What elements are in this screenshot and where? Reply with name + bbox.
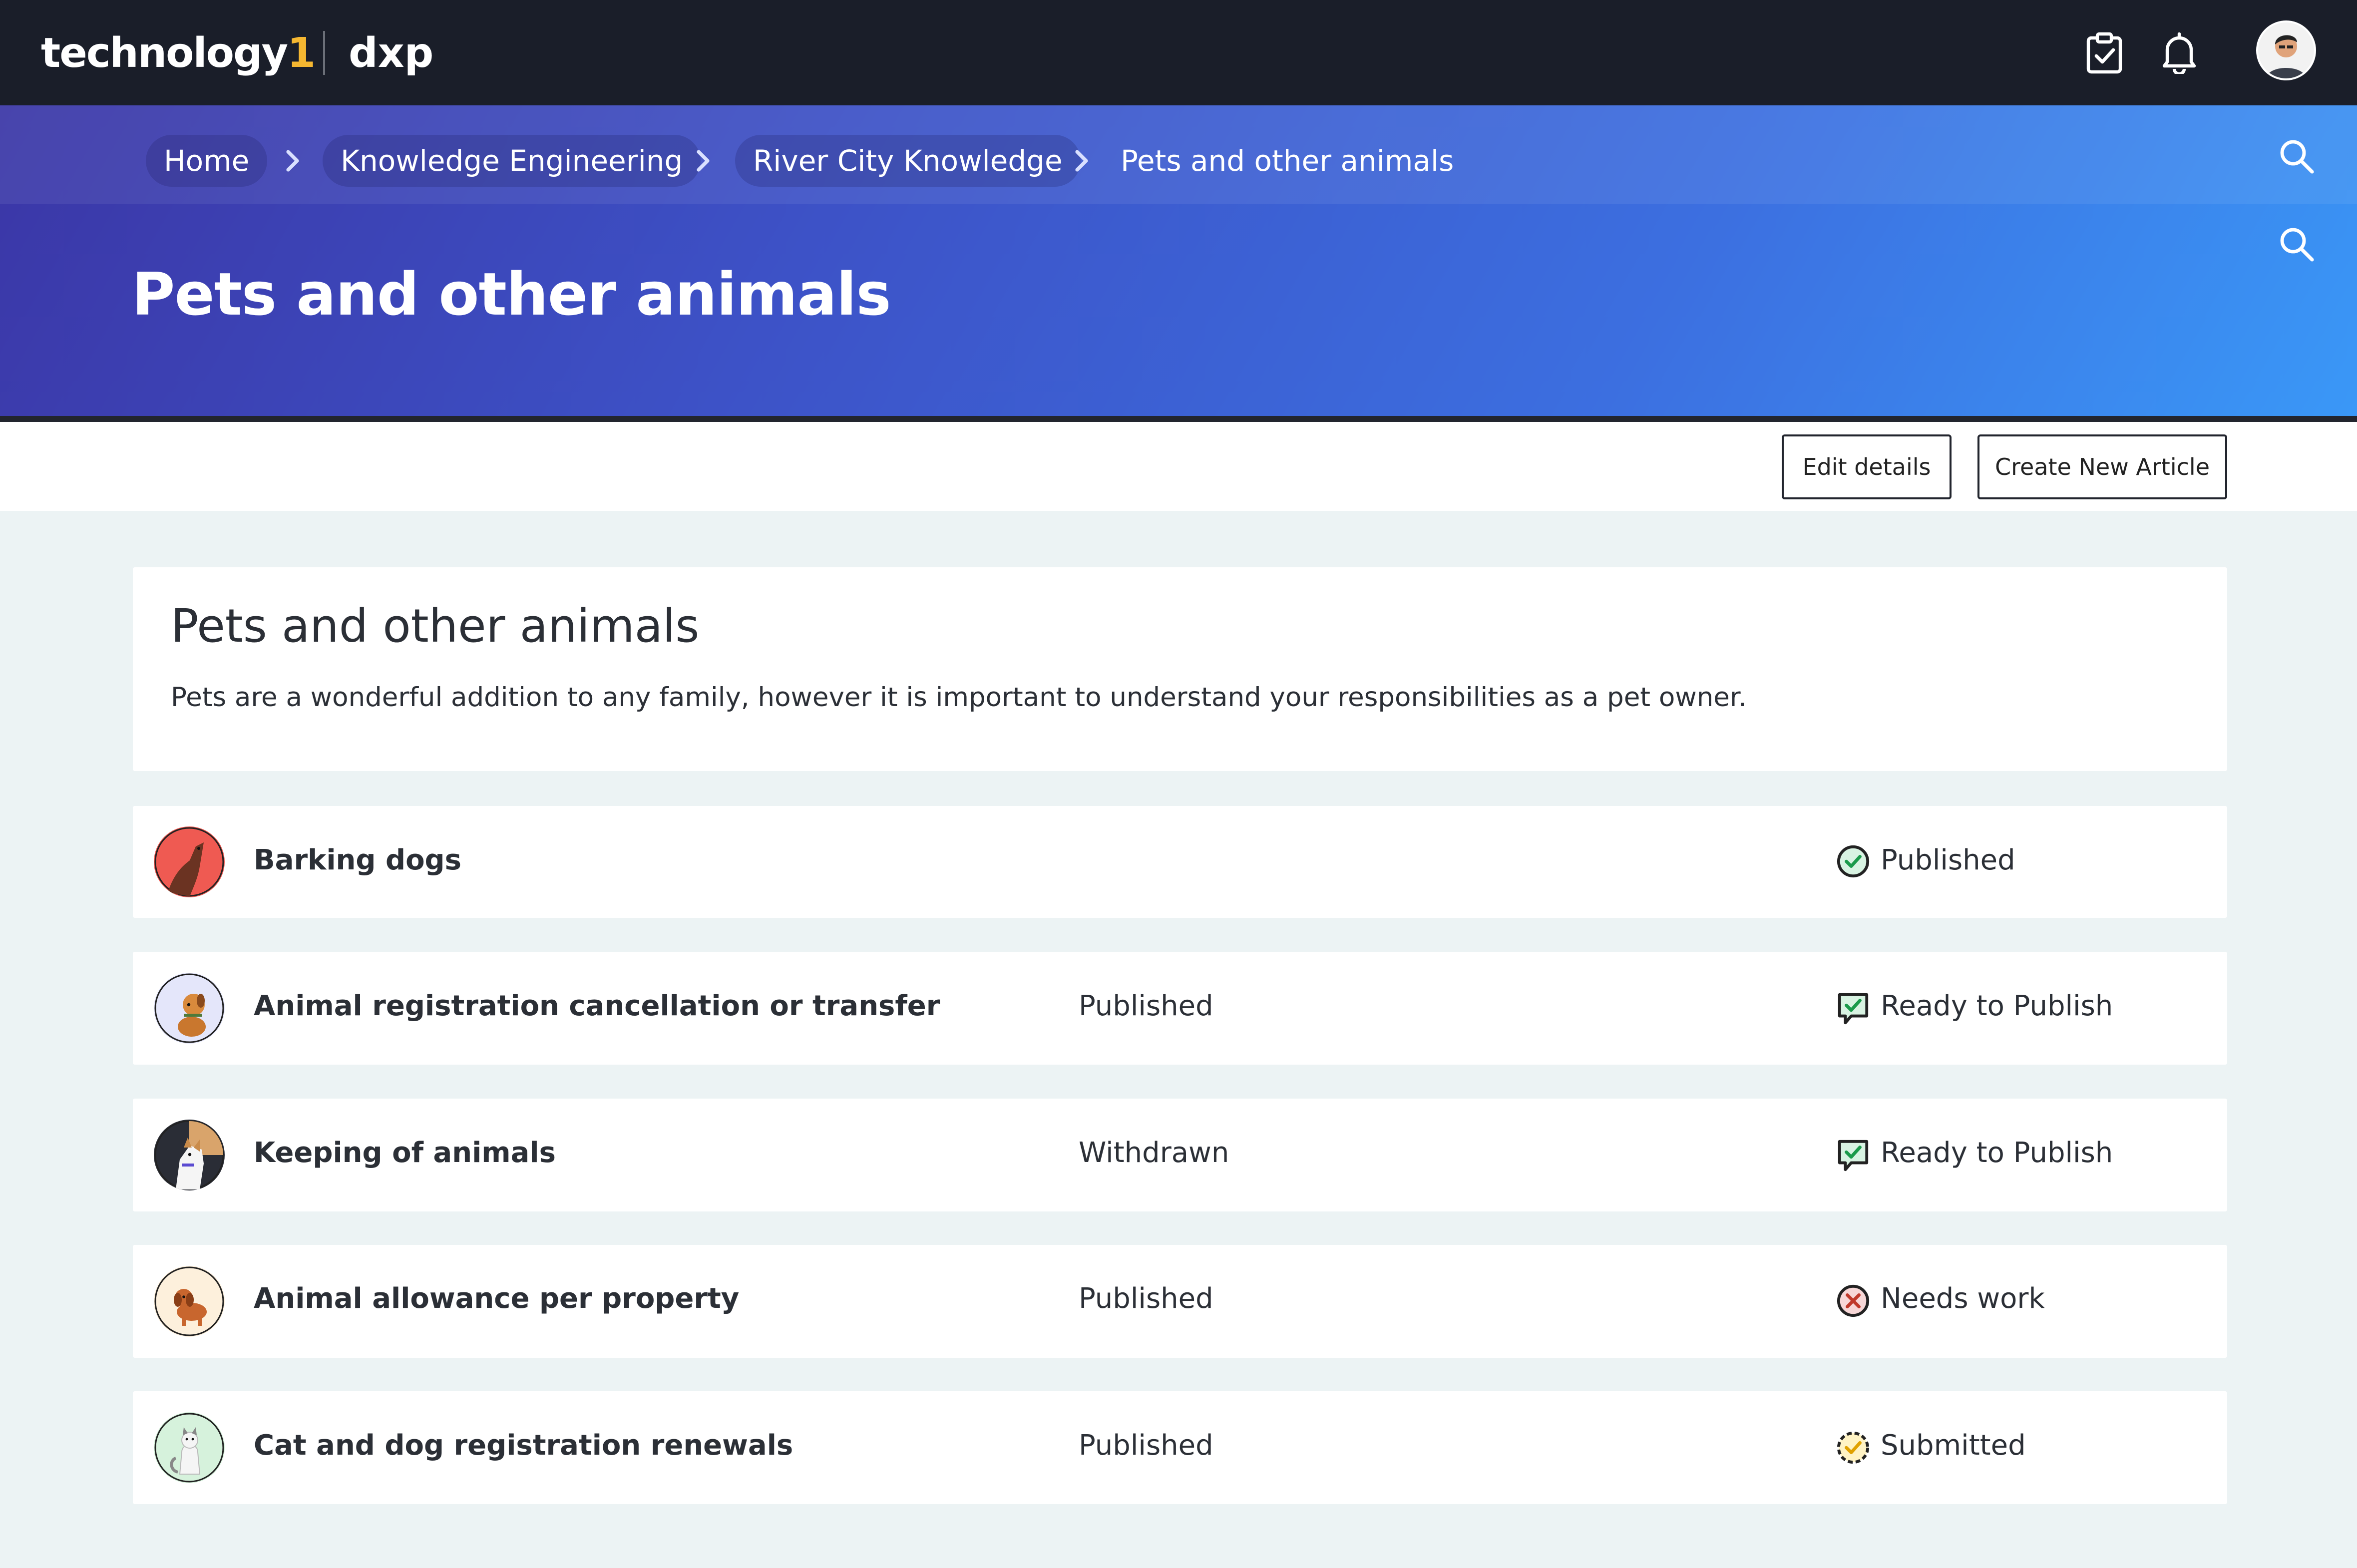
dxp-logo: dxp	[349, 26, 433, 81]
article-state: Published	[1079, 1282, 1213, 1315]
chevron-right-icon	[286, 150, 299, 172]
intro-card	[133, 567, 2227, 771]
bell-icon[interactable]	[2156, 30, 2202, 76]
chevron-right-icon	[697, 150, 710, 172]
article-thumbnail	[154, 1412, 225, 1483]
article-thumbnail	[154, 1120, 225, 1190]
search-icon[interactable]	[2277, 137, 2317, 177]
article-title[interactable]: Animal registration cancellation or tran…	[254, 990, 940, 1022]
article-state: Published	[1079, 1429, 1213, 1462]
user-avatar[interactable]	[2256, 20, 2316, 80]
article-status: Published	[1881, 844, 2015, 876]
check-circle-icon	[1837, 845, 1870, 878]
page-title: Pets and other animals	[132, 260, 891, 329]
article-status: Needs work	[1881, 1282, 2045, 1315]
technology-one-logo[interactable]: technology1	[41, 26, 316, 81]
article-thumbnail	[154, 826, 225, 897]
intro-description: Pets are a wonderful addition to any fam…	[171, 682, 1747, 713]
article-state: Withdrawn	[1079, 1137, 1229, 1169]
search-icon[interactable]	[2277, 225, 2317, 265]
logo-text: technology	[41, 29, 288, 77]
article-status: Ready to Publish	[1881, 1137, 2113, 1169]
article-thumbnail	[154, 1266, 225, 1337]
article-status: Ready to Publish	[1881, 990, 2113, 1022]
intro-title: Pets and other animals	[171, 599, 700, 653]
check-chat-icon	[1838, 993, 1869, 1025]
breadcrumb-knowledge-engineering[interactable]: Knowledge Engineering	[323, 135, 701, 187]
logo-divider	[323, 31, 325, 75]
breadcrumb-river-city-knowledge[interactable]: River City Knowledge	[735, 135, 1081, 187]
header-divider	[0, 416, 2357, 422]
create-new-article-button[interactable]: Create New Article	[1977, 434, 2227, 499]
clipboard-check-icon[interactable]	[2081, 30, 2127, 76]
article-status: Submitted	[1881, 1429, 2026, 1462]
edit-details-button[interactable]: Edit details	[1782, 434, 1952, 499]
dxp-text: dxp	[349, 29, 434, 77]
article-title[interactable]: Animal allowance per property	[254, 1282, 739, 1315]
chevron-right-icon	[1075, 150, 1088, 172]
article-thumbnail	[154, 973, 225, 1044]
check-chat-icon	[1838, 1140, 1869, 1172]
article-state: Published	[1079, 990, 1213, 1022]
dashed-check-circle-icon	[1837, 1431, 1870, 1464]
breadcrumb-current: Pets and other animals	[1121, 144, 1454, 178]
article-title[interactable]: Barking dogs	[254, 844, 461, 876]
x-circle-icon	[1837, 1284, 1870, 1317]
article-title[interactable]: Cat and dog registration renewals	[254, 1429, 793, 1462]
article-title[interactable]: Keeping of animals	[254, 1137, 556, 1169]
breadcrumb-home[interactable]: Home	[146, 135, 268, 187]
logo-mark: 1	[287, 29, 316, 77]
